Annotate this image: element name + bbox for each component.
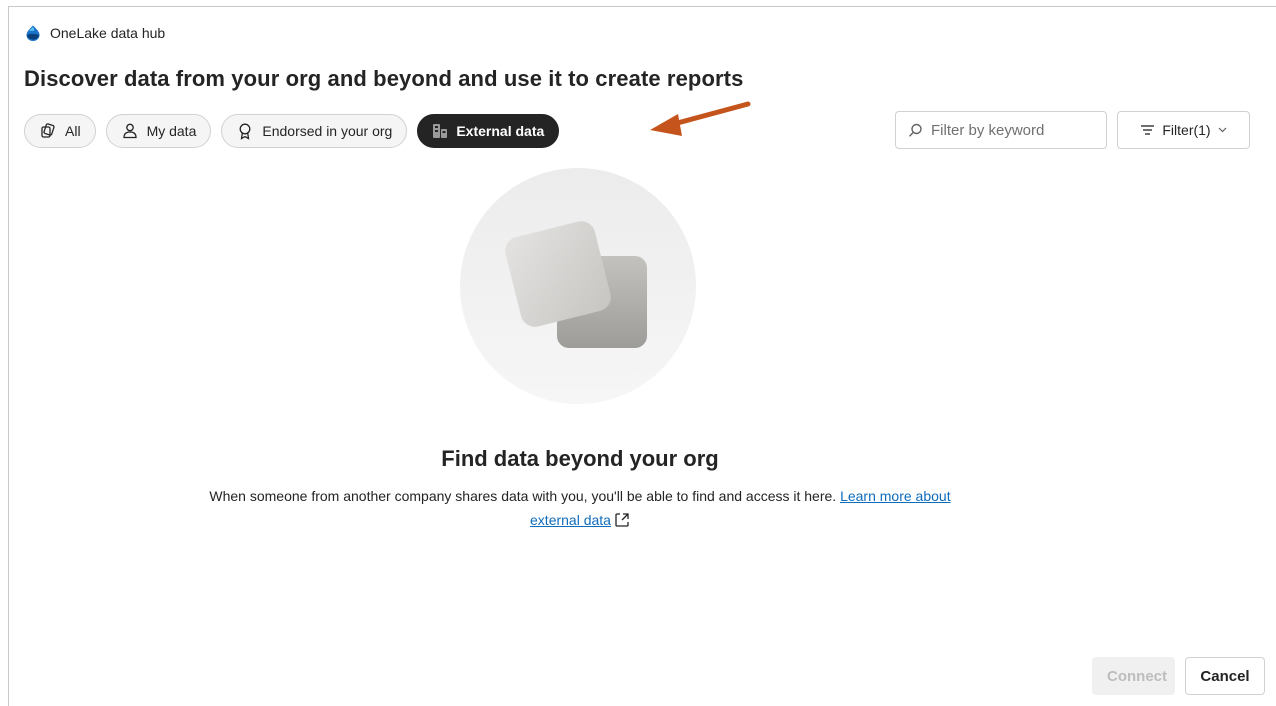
annotation-arrow-icon bbox=[650, 101, 751, 136]
empty-state-description: When someone from another company shares… bbox=[200, 484, 960, 532]
chevron-down-icon bbox=[1218, 127, 1227, 133]
app-header: OneLake data hub bbox=[24, 24, 165, 42]
filter-lines-icon bbox=[1141, 125, 1155, 135]
filter-button-label: Filter(1) bbox=[1162, 122, 1211, 138]
filter-keyword-input[interactable] bbox=[931, 121, 1091, 139]
pill-label: All bbox=[65, 123, 81, 139]
pill-label: My data bbox=[146, 123, 197, 139]
empty-state-description-text: When someone from another company shares… bbox=[209, 488, 837, 504]
filter-button[interactable]: Filter(1) bbox=[1117, 111, 1250, 149]
empty-state-illustration bbox=[460, 168, 696, 404]
page-title: Discover data from your org and beyond a… bbox=[24, 66, 744, 91]
pill-all[interactable]: All bbox=[24, 114, 96, 148]
connect-button[interactable]: Connect bbox=[1092, 657, 1175, 695]
onelake-logo-icon bbox=[26, 25, 40, 41]
stacked-cards-icon bbox=[505, 221, 647, 348]
person-icon bbox=[122, 123, 137, 139]
all-items-icon bbox=[41, 123, 55, 138]
cancel-button[interactable]: Cancel bbox=[1185, 657, 1265, 695]
search-icon bbox=[908, 123, 922, 137]
empty-state-title: Find data beyond your org bbox=[441, 446, 719, 471]
filter-pills: All My data Endorsed in your org Externa… bbox=[24, 114, 560, 148]
pill-endorsed[interactable]: Endorsed in your org bbox=[221, 114, 408, 148]
ribbon-icon bbox=[239, 123, 251, 140]
pill-label: Endorsed in your org bbox=[262, 123, 393, 139]
pill-external-data[interactable]: External data bbox=[417, 114, 560, 148]
open-in-new-icon[interactable] bbox=[614, 512, 630, 528]
keyword-search-box[interactable] bbox=[895, 111, 1107, 149]
pill-my-data[interactable]: My data bbox=[105, 114, 212, 148]
app-name: OneLake data hub bbox=[50, 25, 166, 41]
pill-label: External data bbox=[456, 123, 545, 139]
external-data-icon bbox=[433, 124, 448, 138]
